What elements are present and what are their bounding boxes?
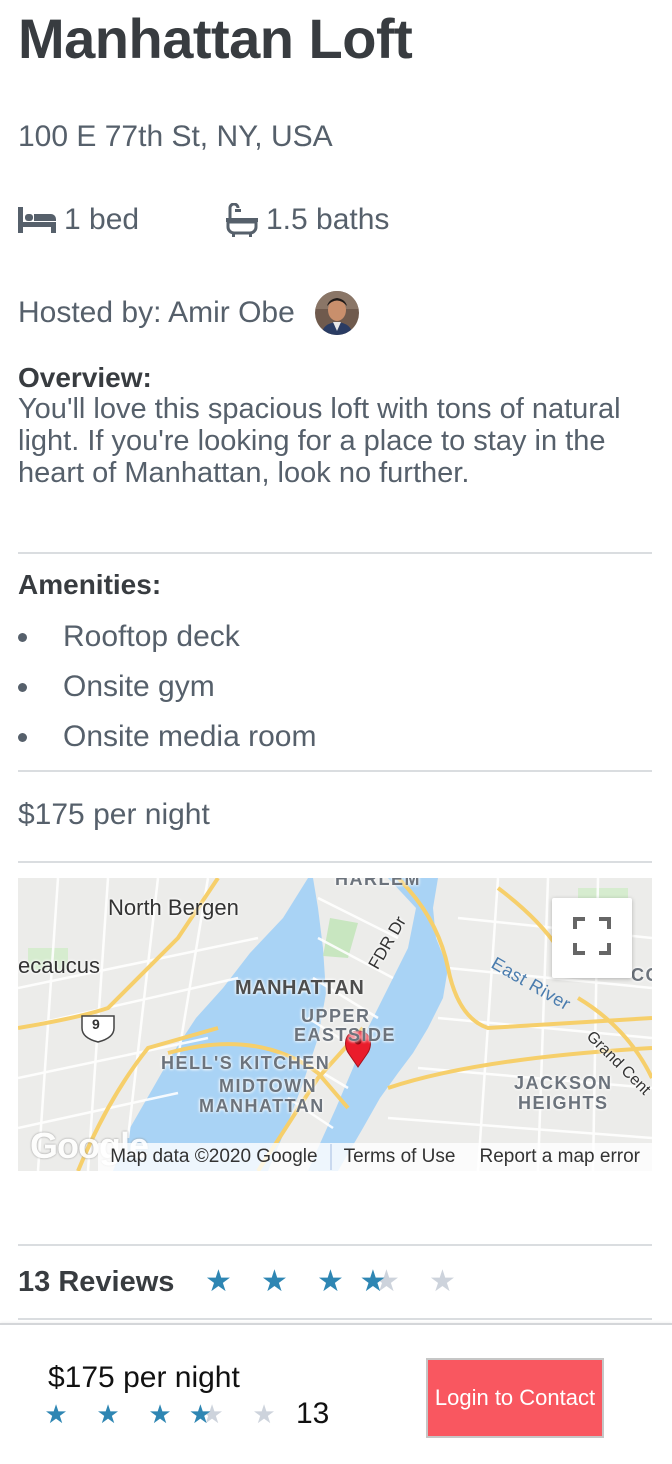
star-icon: ★ — [252, 1399, 276, 1429]
reviews-count[interactable]: 13 Reviews — [18, 1266, 174, 1299]
bed-icon — [18, 207, 56, 233]
host-label: Hosted by: Amir Obe — [18, 296, 295, 329]
host-info: Hosted by: Amir Obe — [18, 290, 359, 336]
amenity-item: Onsite gym — [18, 667, 316, 717]
divider — [18, 770, 652, 772]
listing-price: $175 per night — [18, 798, 210, 831]
map-label-coli: COLI — [631, 965, 652, 985]
star-icon: ★ — [428, 1265, 456, 1298]
amenity-item: Rooftop deck — [18, 617, 316, 667]
star-icon: ★ — [358, 1267, 414, 1298]
map-label-north-bergen: North Bergen — [108, 895, 239, 920]
star-icon: ★ — [186, 1399, 238, 1429]
bottom-bar: $175 per night ★ ★ ★ ★ ★ 13 Login to Con… — [0, 1323, 672, 1464]
divider — [18, 1318, 652, 1320]
map-label-upper: UPPER — [301, 1006, 371, 1026]
overview-text: You'll love this spacious loft with tons… — [18, 393, 621, 489]
map-label-manhattan: MANHATTAN — [235, 977, 365, 999]
listing-specs: 1 bed 1.5 baths — [18, 203, 658, 243]
star-icon: ★ — [148, 1399, 172, 1429]
map-label-heights: HEIGHTS — [518, 1093, 609, 1113]
map-label-midtown: MIDTOWN — [219, 1076, 318, 1096]
map-label-hells-kitchen: HELL'S KITCHEN — [161, 1053, 331, 1073]
map-label-jackson: JACKSON — [514, 1073, 613, 1093]
login-to-contact-button[interactable]: Login to Contact — [426, 1358, 604, 1438]
divider — [18, 1244, 652, 1246]
host-avatar[interactable] — [314, 291, 359, 335]
bath-spec: 1.5 baths — [226, 203, 389, 237]
star-icon: ★ — [96, 1399, 120, 1429]
bottom-bar-review-count: 13 — [296, 1397, 330, 1430]
bathtub-icon — [226, 203, 258, 237]
terms-link[interactable]: Terms of Use — [332, 1146, 468, 1168]
listing-title: Manhattan Loft — [18, 7, 413, 70]
map-label-east-side: EASTSIDE — [294, 1025, 397, 1045]
listing-address: 100 E 77th St, NY, USA — [18, 120, 333, 153]
star-icon: ★ — [204, 1265, 232, 1298]
amenity-item: Onsite media room — [18, 717, 316, 767]
report-error-link[interactable]: Report a map error — [467, 1146, 652, 1168]
amenities-list: Rooftop deck Onsite gym Onsite media roo… — [18, 617, 316, 767]
divider — [18, 861, 652, 863]
bottom-bar-price: $175 per night — [48, 1361, 240, 1394]
reviews-summary: 13 Reviews ★ ★ ★ ★ ★ — [18, 1262, 470, 1302]
fullscreen-icon — [573, 916, 611, 960]
map-route-label: 9 — [92, 1016, 100, 1032]
map-label-harlem: HARLEM — [335, 878, 421, 889]
star-icon: ★ — [260, 1265, 288, 1298]
location-map[interactable]: North Bergen ecaucus HARLEM MANHATTAN UP… — [18, 878, 652, 1171]
overview-heading: Overview: — [18, 362, 152, 393]
star-icon: ★ — [44, 1399, 68, 1429]
bed-spec: 1 bed — [18, 203, 139, 237]
rating-stars: ★ ★ ★ ★ ★ — [190, 1265, 470, 1298]
map-label-midtown-manhattan: MANHATTAN — [199, 1096, 325, 1116]
map-attribution: Map data ©2020 Google Terms of Use Repor… — [98, 1143, 652, 1171]
map-fullscreen-button[interactable] — [552, 898, 632, 978]
map-label-secaucus: ecaucus — [18, 953, 100, 978]
bottom-bar-rating: ★ ★ ★ ★ ★ 13 — [30, 1397, 329, 1431]
divider — [18, 552, 652, 554]
bath-count: 1.5 baths — [266, 203, 390, 236]
star-icon: ★ — [316, 1265, 344, 1298]
amenities-heading: Amenities: — [18, 569, 162, 600]
bed-count: 1 bed — [64, 203, 140, 236]
map-data-text: Map data ©2020 Google — [110, 1146, 318, 1167]
